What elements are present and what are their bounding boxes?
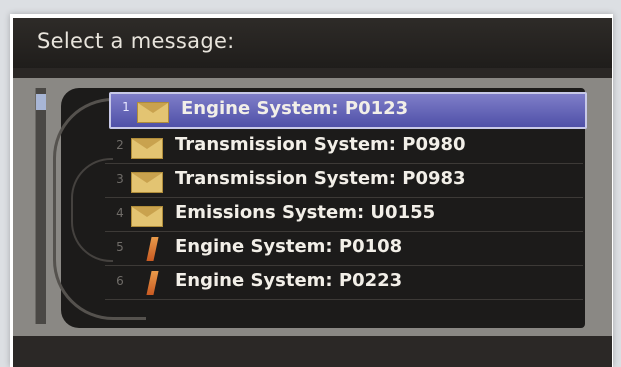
message-item-1[interactable]: 1 Engine System: P0123 [109, 92, 587, 129]
message-label: Transmission System: P0983 [175, 168, 466, 189]
title-bar: Select a message: [13, 18, 612, 68]
message-label: Engine System: P0123 [181, 98, 409, 119]
message-index: 1 [122, 100, 130, 114]
envelope-icon [131, 206, 163, 227]
message-item-6[interactable]: 6 Engine System: P0223 [105, 266, 583, 300]
envelope-icon [131, 172, 163, 193]
nav-screen: Select a message: 1 Engine System: P0123… [13, 18, 612, 367]
message-index: 6 [116, 274, 124, 288]
message-label: Emissions System: U0155 [175, 202, 436, 223]
bar-icon [146, 271, 159, 295]
message-label: Transmission System: P0980 [175, 134, 466, 155]
message-item-5[interactable]: 5 Engine System: P0108 [105, 232, 583, 266]
message-index: 2 [116, 138, 124, 152]
message-index: 4 [116, 206, 124, 220]
message-item-3[interactable]: 3 Transmission System: P0983 [105, 164, 583, 198]
message-index: 3 [116, 172, 124, 186]
scroll-thumb[interactable] [36, 94, 46, 110]
message-index: 5 [116, 240, 124, 254]
message-item-4[interactable]: 4 Emissions System: U0155 [105, 198, 583, 232]
envelope-icon [131, 138, 163, 159]
bottom-bar [13, 336, 612, 367]
message-label: Engine System: P0108 [175, 236, 403, 257]
bar-icon [146, 237, 159, 261]
message-label: Engine System: P0223 [175, 270, 403, 291]
page-title: Select a message: [37, 29, 235, 53]
envelope-icon [137, 102, 169, 123]
message-item-2[interactable]: 2 Transmission System: P0980 [105, 130, 583, 164]
scrollbar[interactable] [35, 88, 46, 324]
